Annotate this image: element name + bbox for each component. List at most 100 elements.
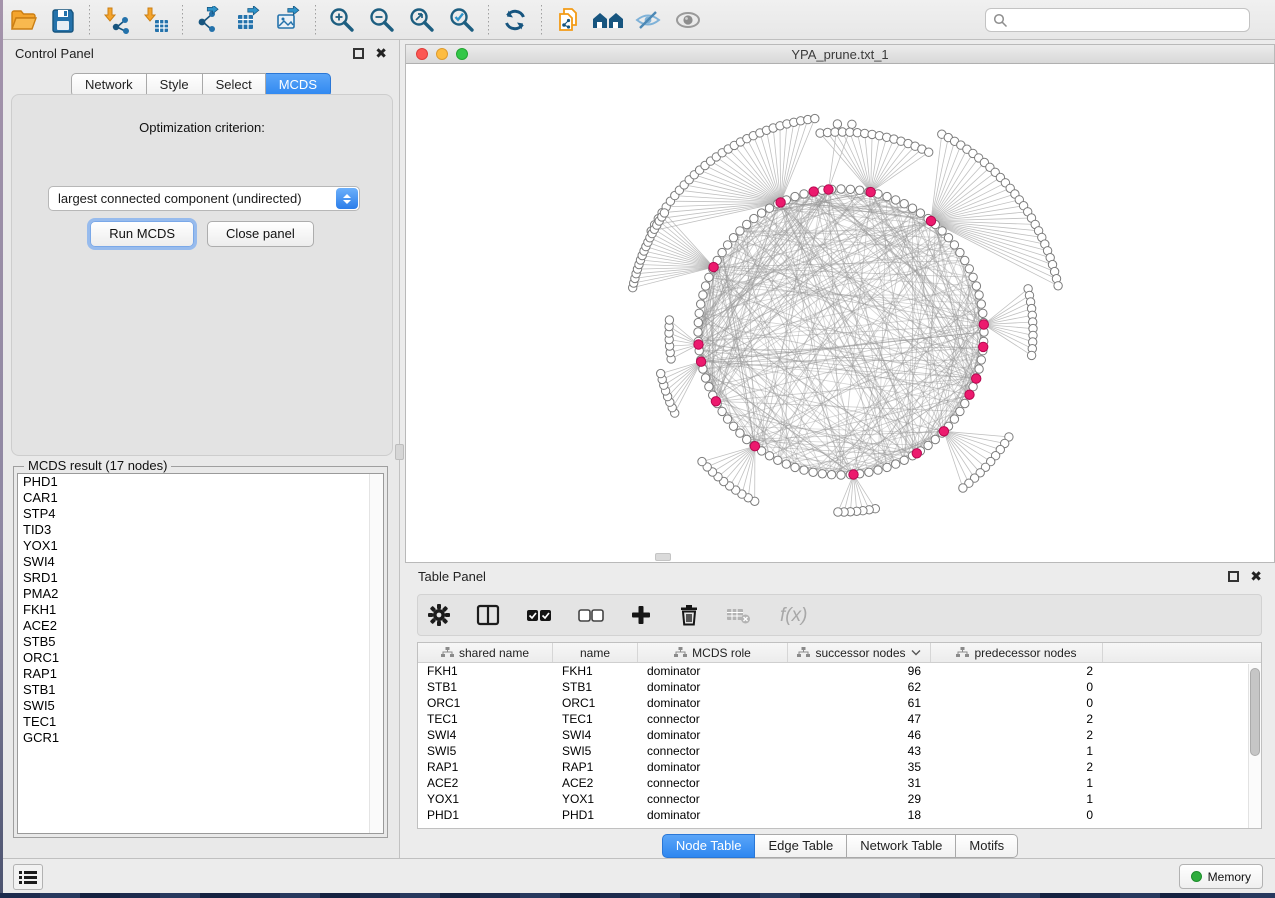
satellite-node[interactable] xyxy=(834,508,842,516)
close-panel-icon[interactable]: ✖ xyxy=(375,48,387,59)
column-header-predecessor-nodes[interactable]: predecessor nodes xyxy=(931,643,1103,662)
zoom-fit-icon[interactable] xyxy=(405,4,439,36)
ring-node[interactable] xyxy=(916,209,924,217)
dominator-node[interactable] xyxy=(939,427,948,436)
ring-node[interactable] xyxy=(883,463,891,471)
export-image-icon[interactable] xyxy=(272,4,306,36)
column-header-name[interactable]: name xyxy=(553,643,638,662)
ring-node[interactable] xyxy=(818,470,826,478)
dominator-node[interactable] xyxy=(694,340,703,349)
hide-selected-icon[interactable] xyxy=(631,4,665,36)
satellite-node[interactable] xyxy=(833,120,841,128)
ring-node[interactable] xyxy=(931,435,939,443)
open-file-icon[interactable] xyxy=(6,4,40,36)
satellite-node[interactable] xyxy=(1027,351,1035,359)
zoom-in-icon[interactable] xyxy=(325,4,359,36)
column-header-successor-nodes[interactable]: successor nodes xyxy=(788,643,931,662)
satellite-node[interactable] xyxy=(848,120,856,128)
ring-node[interactable] xyxy=(701,282,709,290)
dominator-node[interactable] xyxy=(979,342,988,351)
network-canvas[interactable] xyxy=(406,64,1274,562)
ring-node[interactable] xyxy=(765,452,773,460)
table-scrollbar[interactable] xyxy=(1248,664,1261,829)
node-table[interactable]: shared namenameMCDS rolesuccessor nodesp… xyxy=(417,642,1262,829)
ring-node[interactable] xyxy=(892,460,900,468)
ring-node[interactable] xyxy=(956,407,964,415)
ring-node[interactable] xyxy=(723,415,731,423)
ring-node[interactable] xyxy=(699,291,707,299)
ring-node[interactable] xyxy=(944,234,952,242)
ring-node[interactable] xyxy=(972,282,980,290)
close-panel-button[interactable]: Close panel xyxy=(207,221,314,247)
ring-node[interactable] xyxy=(791,192,799,200)
table-row[interactable]: ACE2ACE2connector311 xyxy=(418,775,1261,791)
ring-node[interactable] xyxy=(736,429,744,437)
ring-node[interactable] xyxy=(846,185,854,193)
ring-node[interactable] xyxy=(809,468,817,476)
float-panel-icon[interactable] xyxy=(353,48,364,59)
table-row[interactable]: YOX1YOX1connector291 xyxy=(418,791,1261,807)
mcds-result-item[interactable]: YOX1 xyxy=(18,538,383,554)
dominator-node[interactable] xyxy=(972,374,981,383)
column-header-shared-name[interactable]: shared name xyxy=(418,643,553,662)
mcds-result-item[interactable]: ACE2 xyxy=(18,618,383,634)
ring-node[interactable] xyxy=(865,468,873,476)
ring-node[interactable] xyxy=(900,456,908,464)
criterion-dropdown[interactable]: largest connected component (undirected) xyxy=(48,186,360,211)
ring-node[interactable] xyxy=(924,441,932,449)
show-all-icon[interactable] xyxy=(671,4,705,36)
ring-node[interactable] xyxy=(977,300,985,308)
mcds-result-item[interactable]: FKH1 xyxy=(18,602,383,618)
list-scrollbar[interactable] xyxy=(369,474,383,833)
dominator-node[interactable] xyxy=(709,262,718,271)
ring-node[interactable] xyxy=(969,273,977,281)
ring-node[interactable] xyxy=(874,466,882,474)
ring-node[interactable] xyxy=(750,214,758,222)
tab-motifs[interactable]: Motifs xyxy=(956,834,1018,858)
dominator-node[interactable] xyxy=(965,390,974,399)
ring-node[interactable] xyxy=(827,471,835,479)
dominator-node[interactable] xyxy=(849,470,858,479)
first-neighbors-icon[interactable] xyxy=(591,4,625,36)
ring-node[interactable] xyxy=(975,291,983,299)
export-network-icon[interactable] xyxy=(192,4,226,36)
ring-node[interactable] xyxy=(743,435,751,443)
ring-node[interactable] xyxy=(950,241,958,249)
ring-node[interactable] xyxy=(800,466,808,474)
task-history-button[interactable] xyxy=(13,864,43,890)
ring-node[interactable] xyxy=(765,204,773,212)
close-table-panel-icon[interactable]: ✖ xyxy=(1250,571,1262,582)
column-header-mcds-role[interactable]: MCDS role xyxy=(638,643,788,662)
ring-node[interactable] xyxy=(800,190,808,198)
ring-node[interactable] xyxy=(729,234,737,242)
ring-node[interactable] xyxy=(938,227,946,235)
table-row[interactable]: TEC1TEC1connector472 xyxy=(418,711,1261,727)
zoom-selected-icon[interactable] xyxy=(445,4,479,36)
ring-node[interactable] xyxy=(979,309,987,317)
dominator-node[interactable] xyxy=(926,216,935,225)
dominator-node[interactable] xyxy=(979,320,988,329)
table-row[interactable]: FKH1FKH1dominator962 xyxy=(418,663,1261,679)
mcds-result-item[interactable]: PHD1 xyxy=(18,474,383,490)
mcds-result-item[interactable]: SRD1 xyxy=(18,570,383,586)
mcds-result-list[interactable]: PHD1CAR1STP4TID3YOX1SWI4SRD1PMA2FKH1ACE2… xyxy=(17,473,384,834)
dominator-node[interactable] xyxy=(809,187,818,196)
ring-node[interactable] xyxy=(837,185,845,193)
ring-node[interactable] xyxy=(697,300,705,308)
ring-node[interactable] xyxy=(856,186,864,194)
settings-gear-icon[interactable] xyxy=(428,604,450,626)
dominator-node[interactable] xyxy=(912,449,921,458)
ring-node[interactable] xyxy=(743,220,751,228)
mcds-result-item[interactable]: GCR1 xyxy=(18,730,383,746)
ring-node[interactable] xyxy=(705,273,713,281)
mcds-result-item[interactable]: RAP1 xyxy=(18,666,383,682)
import-network-icon[interactable] xyxy=(99,4,133,36)
dominator-node[interactable] xyxy=(696,357,705,366)
ring-node[interactable] xyxy=(694,318,702,326)
dominator-node[interactable] xyxy=(711,397,720,406)
ring-node[interactable] xyxy=(965,265,973,273)
dominator-node[interactable] xyxy=(824,185,833,194)
ring-node[interactable] xyxy=(956,248,964,256)
ring-node[interactable] xyxy=(694,328,702,336)
zoom-out-icon[interactable] xyxy=(365,4,399,36)
